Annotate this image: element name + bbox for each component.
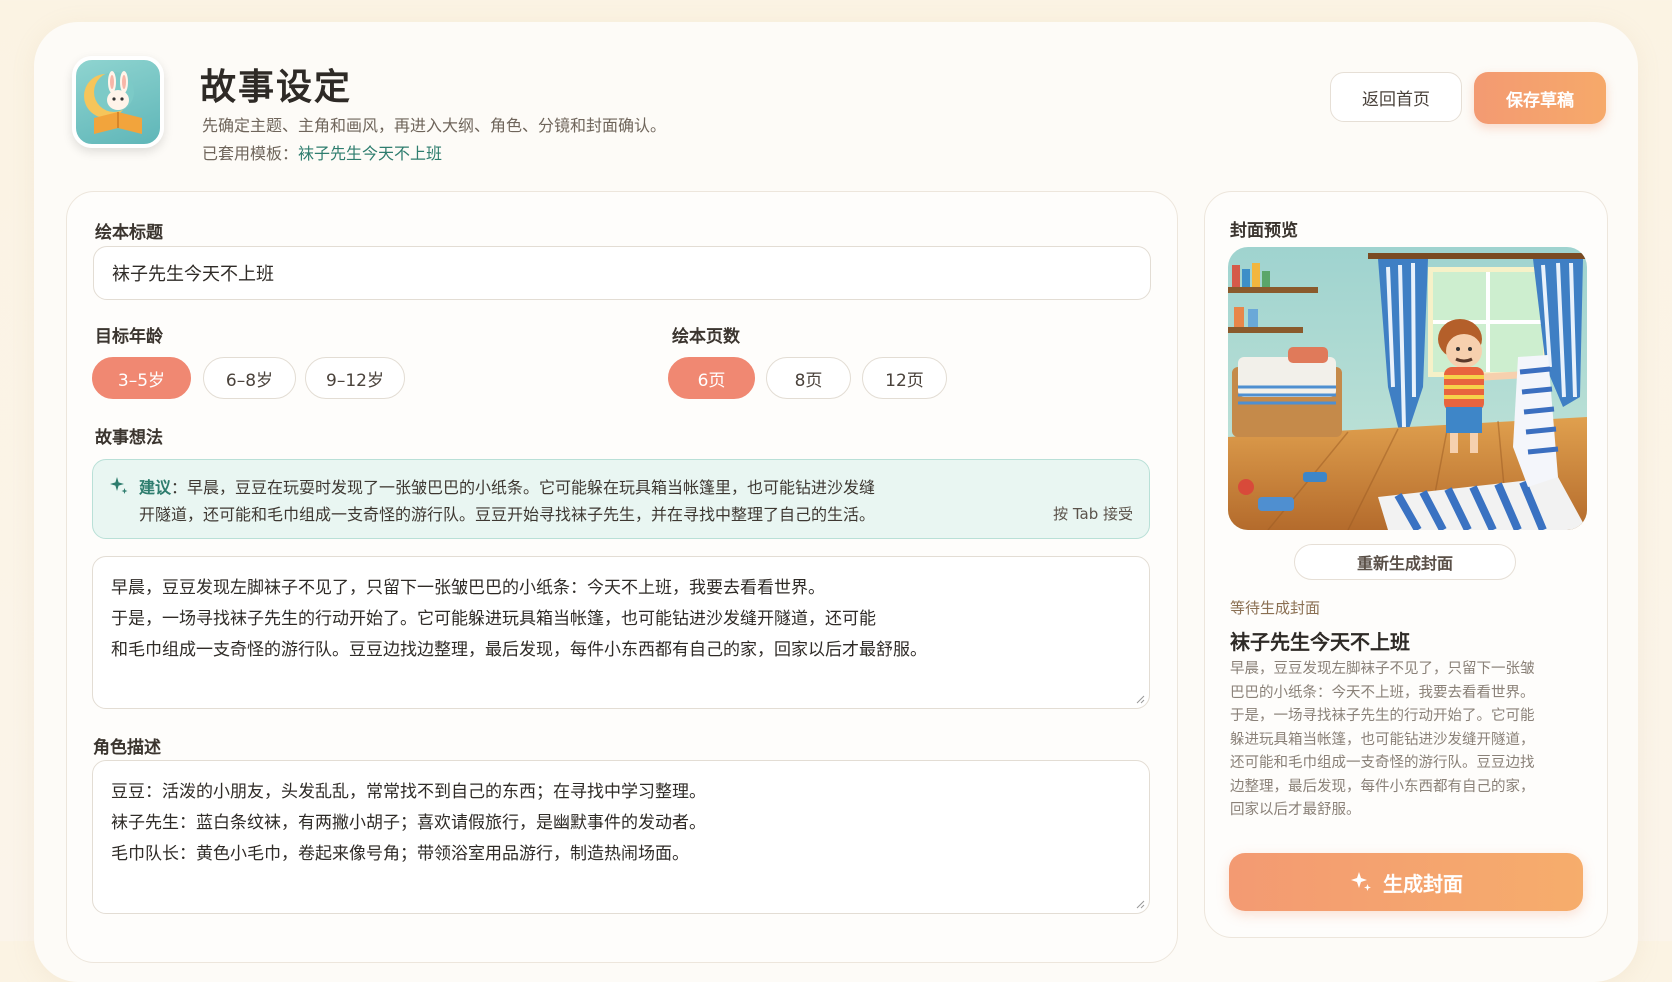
character-line: 毛巾队长：黄色小毛巾，卷起来像号角；带领浴室用品游行，制造热闹场面。 xyxy=(111,844,689,864)
character-line: 袜子先生：蓝白条纹袜，有两撇小胡子；喜欢请假旅行，是幽默事件的发动者。 xyxy=(111,813,706,833)
template-name[interactable]: 袜子先生今天不上班 xyxy=(298,144,442,163)
cover-image xyxy=(1228,247,1587,530)
regenerate-cover-button[interactable]: 重新生成封面 xyxy=(1294,544,1516,580)
age-label: 目标年龄 xyxy=(95,327,163,347)
page-subtitle: 先确定主题、主角和画风，再进入大纲、角色、分镜和封面确认。 xyxy=(202,116,667,135)
template-info: 已套用模板：袜子先生今天不上班 xyxy=(202,140,442,164)
app-logo xyxy=(72,56,164,148)
page-title: 故事设定 xyxy=(200,67,353,108)
cover-preview-label: 封面预览 xyxy=(1230,221,1298,241)
pages-label: 绘本页数 xyxy=(672,327,740,347)
suggestion-prefix: 建议 xyxy=(139,478,172,497)
title-label: 绘本标题 xyxy=(95,223,163,243)
tab-accept-hint: 按 Tab 接受 xyxy=(1053,505,1133,523)
ai-suggestion-box[interactable]: 建议：早晨，豆豆在玩耍时发现了一张皱巴巴的小纸条。它可能躲在玩具箱当帐篷里，也可… xyxy=(92,459,1150,539)
resize-handle-icon[interactable] xyxy=(1135,694,1145,704)
generate-cover-button[interactable]: 生成封面 xyxy=(1229,853,1583,911)
save-draft-button[interactable]: 保存草稿 xyxy=(1474,72,1606,124)
suggestion-line-1: 建议：早晨，豆豆在玩耍时发现了一张皱巴巴的小纸条。它可能躲在玩具箱当帐篷里，也可… xyxy=(139,478,876,497)
character-textarea[interactable]: 豆豆：活泼的小朋友，头发乱乱，常常找不到自己的东西；在寻找中学习整理。 袜子先生… xyxy=(92,760,1150,914)
character-label: 角色描述 xyxy=(93,738,161,758)
age-option-6-8[interactable]: 6–8岁 xyxy=(203,357,296,399)
suggestion-line-2: 开隧道，还可能和毛巾组成一支奇怪的游行队。豆豆开始寻找袜子先生，并在寻找中整理了… xyxy=(139,505,876,524)
age-option-3-5[interactable]: 3–5岁 xyxy=(92,357,191,399)
pages-option-6[interactable]: 6页 xyxy=(668,357,755,399)
sparkle-icon xyxy=(1351,872,1371,891)
character-line: 豆豆：活泼的小朋友，头发乱乱，常常找不到自己的东西；在寻找中学习整理。 xyxy=(111,782,706,802)
cover-status: 等待生成封面 xyxy=(1230,599,1321,617)
back-home-button[interactable]: 返回首页 xyxy=(1330,72,1462,122)
idea-line: 于是，一场寻找袜子先生的行动开始了。它可能躲进玩具箱当帐篷，也可能钻进沙发缝开隧… xyxy=(111,609,876,629)
idea-label: 故事想法 xyxy=(95,428,163,448)
pages-option-8[interactable]: 8页 xyxy=(766,357,851,399)
sparkle-icon xyxy=(110,477,128,494)
cover-title: 袜子先生今天不上班 xyxy=(1230,630,1410,654)
generate-cover-label: 生成封面 xyxy=(1383,871,1463,896)
cover-description: 早晨，豆豆发现左脚袜子不见了，只留下一张皱巴巴的小纸条：今天不上班，我要去看看世… xyxy=(1230,661,1535,818)
template-prefix: 已套用模板： xyxy=(202,144,299,163)
story-idea-textarea[interactable]: 早晨，豆豆发现左脚袜子不见了，只留下一张皱巴巴的小纸条：今天不上班，我要去看看世… xyxy=(92,556,1150,709)
idea-line: 和毛巾组成一支奇怪的游行队。豆豆边找边整理，最后发现，每件小东西都有自己的家，回… xyxy=(111,640,927,660)
age-option-9-12[interactable]: 9–12岁 xyxy=(305,357,405,399)
title-input[interactable]: 袜子先生今天不上班 xyxy=(93,246,1151,300)
resize-handle-icon[interactable] xyxy=(1135,899,1145,909)
pages-option-12[interactable]: 12页 xyxy=(862,357,947,399)
idea-line: 早晨，豆豆发现左脚袜子不见了，只留下一张皱巴巴的小纸条：今天不上班，我要去看看世… xyxy=(111,578,825,598)
